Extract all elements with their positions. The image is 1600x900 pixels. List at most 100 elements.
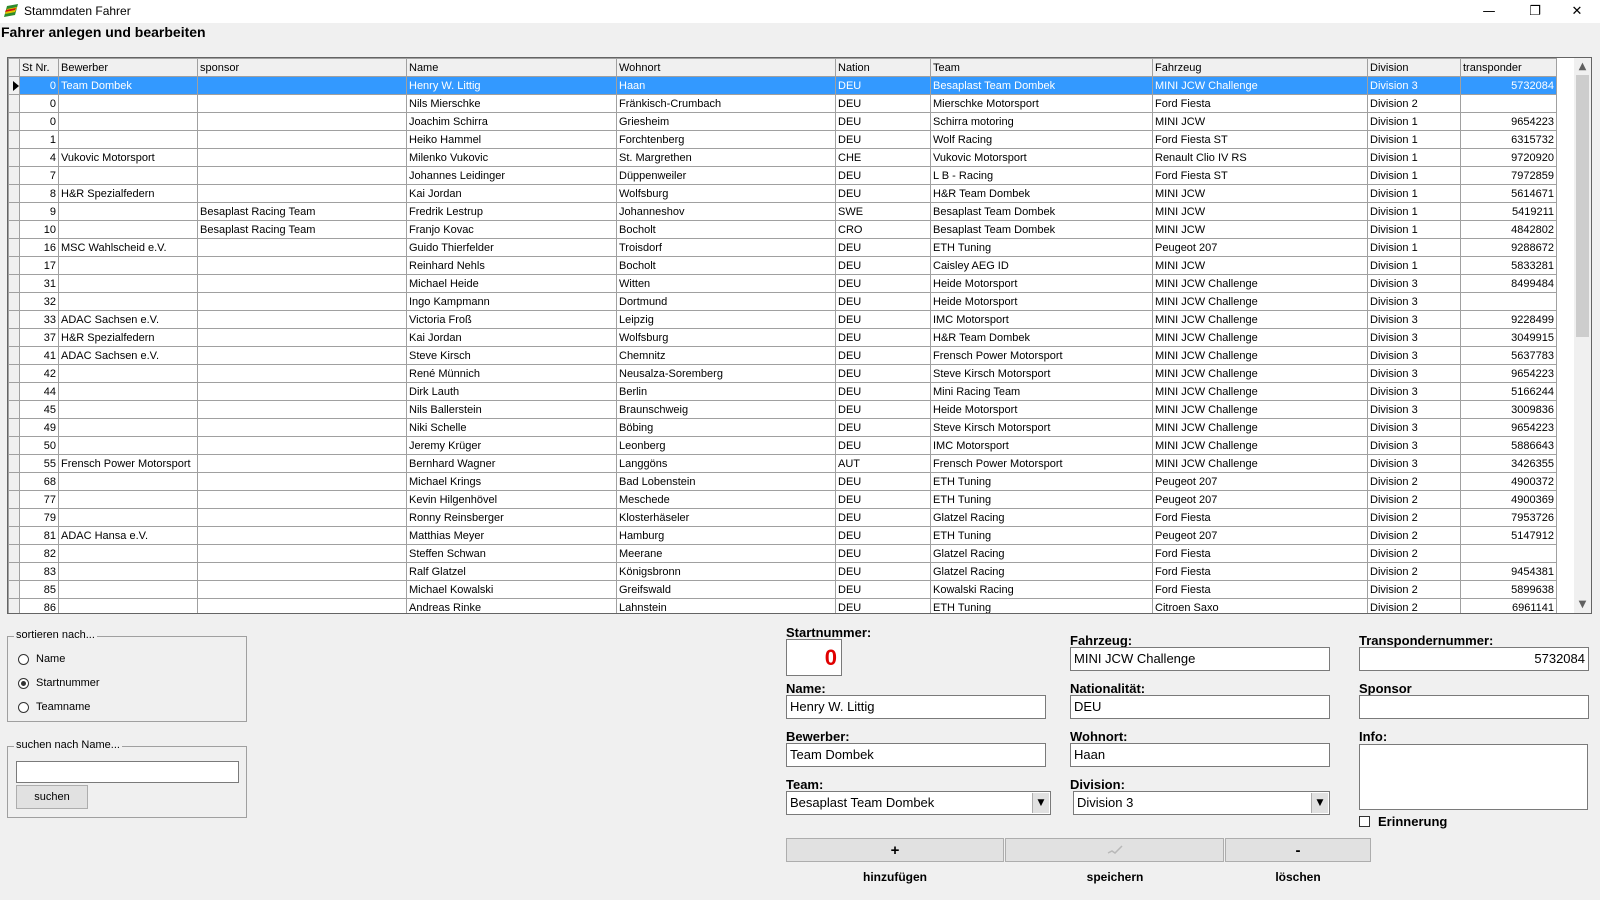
table-cell[interactable] (197, 112, 407, 131)
table-cell[interactable]: Frensch Power Motorsport (930, 346, 1153, 365)
table-cell[interactable]: DEU (835, 274, 931, 293)
table-cell[interactable]: Kai Jordan (406, 328, 617, 347)
table-cell[interactable]: 4 (19, 148, 59, 167)
table-row[interactable]: 45 Nils Ballerstein Braunschweig DEU Heide M… (8, 400, 1557, 419)
table-cell[interactable]: MSC Wahlscheid e.V. (58, 238, 198, 257)
table-cell[interactable] (58, 202, 198, 221)
table-cell[interactable]: Steffen Schwan (406, 544, 617, 563)
table-cell[interactable]: Henry W. Littig (406, 76, 617, 95)
table-cell[interactable]: 9720920 (1460, 148, 1557, 167)
table-cell[interactable]: Düppenweiler (616, 166, 836, 185)
table-cell[interactable]: DEU (835, 130, 931, 149)
table-cell[interactable]: Peugeot 207 (1152, 526, 1368, 545)
table-cell[interactable]: Division 1 (1367, 166, 1461, 185)
table-cell[interactable]: Division 1 (1367, 184, 1461, 203)
table-cell[interactable]: MINI JCW Challenge (1152, 292, 1368, 311)
table-cell[interactable] (58, 94, 198, 113)
table-cell[interactable]: Division 1 (1367, 220, 1461, 239)
table-cell[interactable] (197, 490, 407, 509)
table-cell[interactable]: Peugeot 207 (1152, 472, 1368, 491)
table-cell[interactable]: IMC Motorsport (930, 310, 1153, 329)
table-cell[interactable]: DEU (835, 418, 931, 437)
table-cell[interactable]: 5166244 (1460, 382, 1557, 401)
table-cell[interactable]: 31 (19, 274, 59, 293)
table-cell[interactable]: Dortmund (616, 292, 836, 311)
table-cell[interactable] (197, 436, 407, 455)
table-cell[interactable] (58, 598, 198, 613)
table-cell[interactable] (197, 580, 407, 599)
table-cell[interactable]: 55 (19, 454, 59, 473)
table-cell[interactable]: DEU (835, 76, 931, 95)
table-cell[interactable]: Klosterhäseler (616, 508, 836, 527)
table-cell[interactable]: Nils Mierschke (406, 94, 617, 113)
table-cell[interactable] (197, 148, 407, 167)
row-indicator[interactable] (8, 508, 20, 527)
close-button[interactable]: ✕ (1554, 0, 1600, 23)
row-indicator[interactable] (8, 184, 20, 203)
table-cell[interactable]: 5899638 (1460, 580, 1557, 599)
table-cell[interactable]: H&R Spezialfedern (58, 184, 198, 203)
table-cell[interactable] (197, 508, 407, 527)
table-cell[interactable]: Dirk Lauth (406, 382, 617, 401)
column-header[interactable]: Division (1367, 58, 1461, 77)
column-header[interactable]: Wohnort (616, 58, 836, 77)
chevron-down-icon[interactable]: ▼ (1311, 793, 1328, 813)
table-cell[interactable]: Leonberg (616, 436, 836, 455)
table-cell[interactable]: Lahnstein (616, 598, 836, 613)
table-cell[interactable]: Guido Thierfelder (406, 238, 617, 257)
table-cell[interactable]: MINI JCW Challenge (1152, 382, 1368, 401)
table-cell[interactable]: H&R Spezialfedern (58, 328, 198, 347)
table-cell[interactable]: 4842802 (1460, 220, 1557, 239)
table-cell[interactable] (58, 130, 198, 149)
table-cell[interactable]: 42 (19, 364, 59, 383)
table-row[interactable]: 32 Ingo Kampmann Dortmund DEU Heide Motorspo… (8, 292, 1557, 311)
table-cell[interactable] (197, 454, 407, 473)
table-cell[interactable]: Ralf Glatzel (406, 562, 617, 581)
table-cell[interactable]: DEU (835, 94, 931, 113)
table-cell[interactable]: Steve Kirsch Motorsport (930, 418, 1153, 437)
table-cell[interactable]: Ford Fiesta (1152, 544, 1368, 563)
table-cell[interactable]: ETH Tuning (930, 598, 1153, 613)
table-cell[interactable]: Witten (616, 274, 836, 293)
nationalitaet-field[interactable]: DEU (1070, 695, 1330, 719)
table-cell[interactable]: Division 1 (1367, 112, 1461, 131)
table-row[interactable]: 31 Michael Heide Witten DEU Heide Motorsport… (8, 274, 1557, 293)
table-cell[interactable]: 37 (19, 328, 59, 347)
table-cell[interactable]: Peugeot 207 (1152, 238, 1368, 257)
table-cell[interactable]: Jeremy Krüger (406, 436, 617, 455)
table-cell[interactable]: H&R Team Dombek (930, 184, 1153, 203)
table-cell[interactable]: Ford Fiesta (1152, 580, 1368, 599)
table-cell[interactable]: Besaplast Racing Team (197, 202, 407, 221)
table-cell[interactable]: Fränkisch-Crumbach (616, 94, 836, 113)
table-row[interactable]: 10 Besaplast Racing Team Franjo Kovac Bocho… (8, 220, 1557, 239)
table-cell[interactable]: Braunschweig (616, 400, 836, 419)
table-cell[interactable]: Ford Fiesta ST (1152, 130, 1368, 149)
table-cell[interactable] (197, 94, 407, 113)
row-indicator[interactable] (8, 598, 20, 613)
table-cell[interactable]: ADAC Sachsen e.V. (58, 346, 198, 365)
table-row[interactable]: 77 Kevin Hilgenhövel Meschede DEU ETH Tuning… (8, 490, 1557, 509)
row-indicator[interactable] (8, 166, 20, 185)
scroll-thumb[interactable] (1576, 75, 1589, 337)
table-cell[interactable] (58, 436, 198, 455)
table-cell[interactable]: AUT (835, 454, 931, 473)
table-cell[interactable]: 82 (19, 544, 59, 563)
table-cell[interactable]: 5419211 (1460, 202, 1557, 221)
table-cell[interactable]: DEU (835, 508, 931, 527)
name-field[interactable]: Henry W. Littig (786, 695, 1046, 719)
bewerber-field[interactable]: Team Dombek (786, 743, 1046, 767)
table-cell[interactable]: Johanneshov (616, 202, 836, 221)
table-cell[interactable]: MINI JCW Challenge (1152, 418, 1368, 437)
table-cell[interactable]: Division 1 (1367, 256, 1461, 275)
table-cell[interactable]: 83 (19, 562, 59, 581)
table-cell[interactable]: Heide Motorsport (930, 292, 1153, 311)
table-cell[interactable]: 32 (19, 292, 59, 311)
table-cell[interactable]: Forchtenberg (616, 130, 836, 149)
row-indicator[interactable] (8, 148, 20, 167)
table-cell[interactable]: 8 (19, 184, 59, 203)
column-header[interactable]: transponder (1460, 58, 1557, 77)
table-cell[interactable] (1460, 292, 1557, 311)
table-cell[interactable]: Steve Kirsch Motorsport (930, 364, 1153, 383)
table-cell[interactable]: Frensch Power Motorsport (930, 454, 1153, 473)
table-cell[interactable] (58, 490, 198, 509)
